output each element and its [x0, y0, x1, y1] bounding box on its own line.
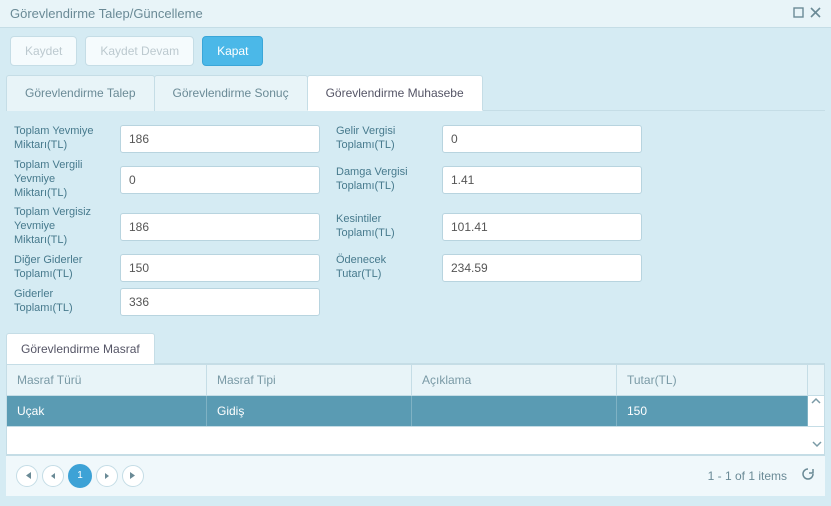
chevron-down-icon[interactable] — [812, 438, 822, 452]
label-stamp-tax: Damga Vergisi Toplamı(TL) — [336, 166, 426, 194]
save-continue-button[interactable]: Kaydet Devam — [85, 36, 194, 66]
pager-first[interactable] — [16, 465, 38, 487]
tab-expense[interactable]: Görevlendirme Masraf — [6, 333, 155, 364]
cell-amount: 150 — [617, 396, 808, 426]
input-payable[interactable] — [442, 254, 642, 282]
save-button[interactable]: Kaydet — [10, 36, 77, 66]
label-income-tax: Gelir Vergisi Toplamı(TL) — [336, 125, 426, 153]
label-total-untaxed: Toplam Vergisiz Yevmiye Miktarı(TL) — [14, 206, 104, 247]
pager-next[interactable] — [96, 465, 118, 487]
label-total-taxed: Toplam Vergili Yevmiye Miktarı(TL) — [14, 159, 104, 200]
tab-result[interactable]: Görevlendirme Sonuç — [154, 75, 308, 111]
tab-accounting[interactable]: Görevlendirme Muhasebe — [307, 75, 483, 111]
grid-header: Masraf Türü Masraf Tipi Açıklama Tutar(T… — [7, 365, 824, 396]
maximize-icon[interactable] — [793, 7, 804, 21]
input-stamp-tax[interactable] — [442, 166, 642, 194]
dialog-window: Görevlendirme Talep/Güncelleme Kaydet Ka… — [0, 0, 831, 506]
scrollbar[interactable] — [808, 396, 824, 426]
input-total-untaxed[interactable] — [120, 213, 320, 241]
input-income-tax[interactable] — [442, 125, 642, 153]
title-bar: Görevlendirme Talep/Güncelleme — [0, 0, 831, 28]
input-total-daily[interactable] — [120, 125, 320, 153]
close-button[interactable]: Kapat — [202, 36, 263, 66]
table-row[interactable]: Uçak Gidiş 150 — [7, 396, 824, 427]
label-other-expenses: Diğer Giderler Toplamı(TL) — [14, 254, 104, 282]
grid-footer: 1 1 - 1 of 1 items — [6, 455, 825, 496]
cell-expense-kind: Gidiş — [207, 396, 412, 426]
chevron-up-icon — [811, 396, 821, 406]
pager-page[interactable]: 1 — [68, 464, 92, 488]
label-total-daily: Toplam Yevmiye Miktarı(TL) — [14, 125, 104, 153]
expense-tabs: Görevlendirme Masraf — [6, 332, 825, 364]
input-expenses-total[interactable] — [120, 288, 320, 316]
col-expense-kind[interactable]: Masraf Tipi — [207, 365, 412, 395]
label-payable: Ödenecek Tutar(TL) — [336, 254, 426, 282]
accounting-panel: Toplam Yevmiye Miktarı(TL) Gelir Vergisi… — [0, 111, 831, 324]
col-description[interactable]: Açıklama — [412, 365, 617, 395]
input-deductions[interactable] — [442, 213, 642, 241]
input-total-taxed[interactable] — [120, 166, 320, 194]
tab-request[interactable]: Görevlendirme Talep — [6, 75, 155, 111]
main-tabs: Görevlendirme Talep Görevlendirme Sonuç … — [6, 74, 825, 111]
pager-last[interactable] — [122, 465, 144, 487]
input-other-expenses[interactable] — [120, 254, 320, 282]
col-expense-type[interactable]: Masraf Türü — [7, 365, 207, 395]
pager-prev[interactable] — [42, 465, 64, 487]
cell-description — [412, 396, 617, 426]
close-icon[interactable] — [810, 7, 821, 21]
window-title: Görevlendirme Talep/Güncelleme — [10, 6, 203, 21]
cell-expense-type: Uçak — [7, 396, 207, 426]
expense-grid: Masraf Türü Masraf Tipi Açıklama Tutar(T… — [6, 364, 825, 455]
label-expenses-total: Giderler Toplamı(TL) — [14, 288, 104, 316]
refresh-icon[interactable] — [801, 467, 815, 484]
col-amount[interactable]: Tutar(TL) — [617, 365, 808, 395]
pager-status: 1 - 1 of 1 items — [708, 469, 787, 483]
toolbar: Kaydet Kaydet Devam Kapat — [0, 28, 831, 74]
label-deductions: Kesintiler Toplamı(TL) — [336, 213, 426, 241]
pager: 1 — [16, 464, 144, 488]
